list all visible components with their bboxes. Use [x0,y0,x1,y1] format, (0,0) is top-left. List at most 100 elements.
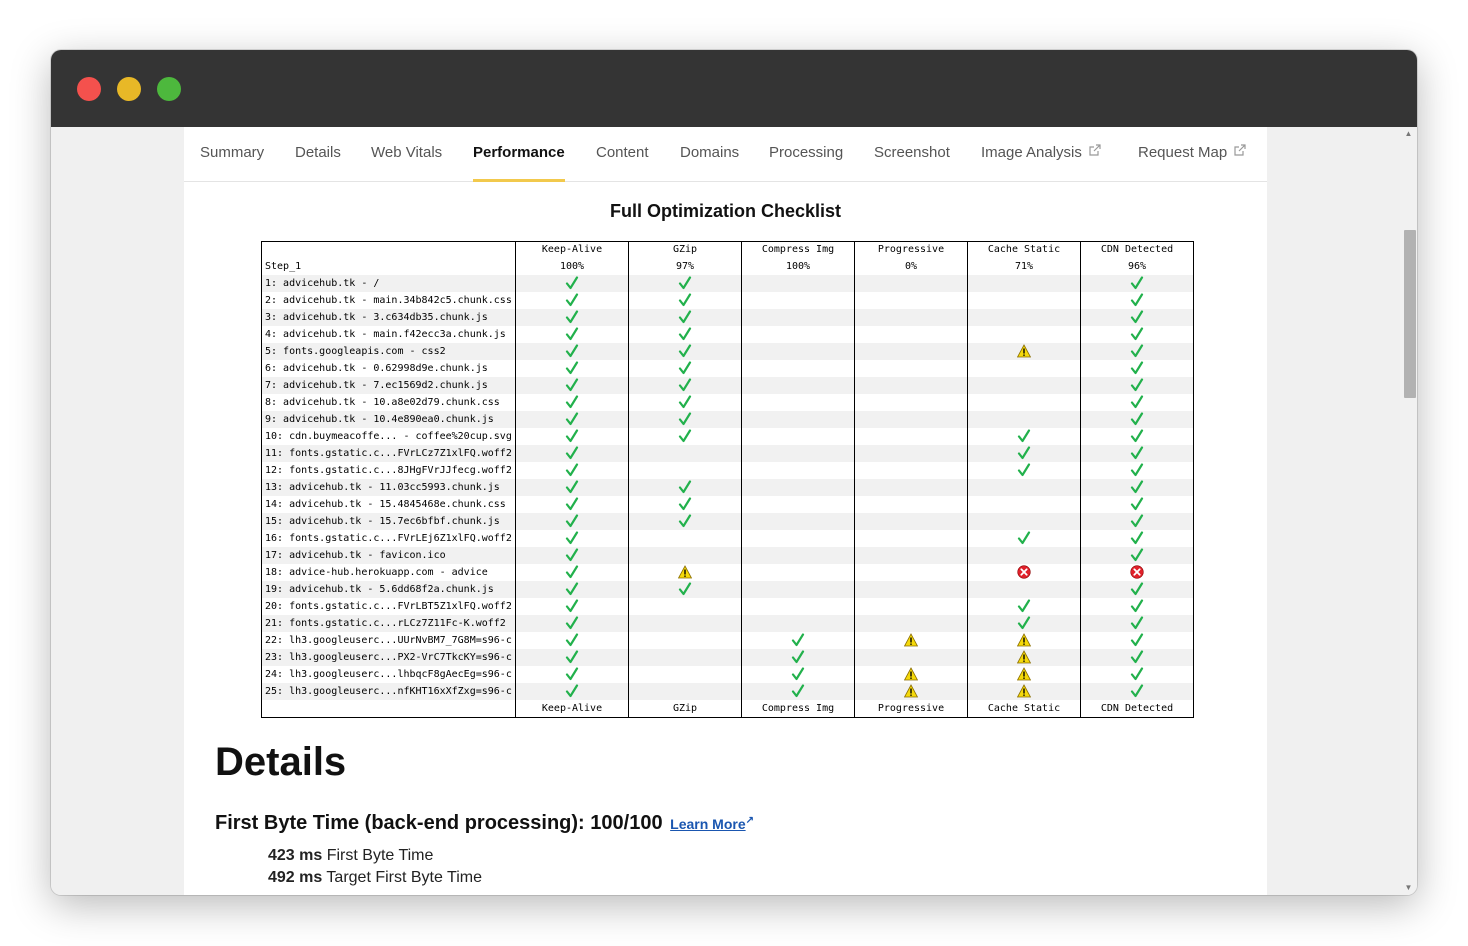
table-row: 25: lh3.googleuserc...nfKHT16xXfZxg=s96-… [261,683,1194,700]
request-label: 24: lh3.googleuserc...lhbqcF8gAecEg=s96-… [265,669,512,680]
column-footer: Cache Static [967,700,1081,718]
warning-icon [1017,344,1031,358]
check-cell [515,547,629,564]
check-cell [741,275,855,292]
check-cell [628,360,742,377]
scroll-down-arrow-icon[interactable]: ▼ [1400,881,1417,895]
metric-first-byte-time: 423 ms First Byte Time [268,847,433,865]
request-label: 3: advicehub.tk - 3.c634db35.chunk.js [261,309,516,326]
checkmark-icon [1017,531,1031,545]
checkmark-icon [678,514,692,528]
request-label: 6: advicehub.tk - 0.62998d9e.chunk.js [265,363,488,374]
check-cell [741,598,855,615]
request-label: 4: advicehub.tk - main.f42ecc3a.chunk.js [265,329,506,340]
check-cell [854,530,968,547]
check-cell [854,513,968,530]
table-row: 19: advicehub.tk - 5.6dd68f2a.chunk.js [261,581,1194,598]
check-cell [1080,615,1194,632]
checkmark-icon [565,293,579,307]
tab-image-analysis[interactable]: Image Analysis [981,144,1101,180]
check-cell [854,411,968,428]
check-cell [854,462,968,479]
tab-web-vitals[interactable]: Web Vitals [371,144,442,180]
check-cell [741,683,855,700]
table-row: 24: lh3.googleuserc...lhbqcF8gAecEg=s96-… [262,666,1194,683]
checkmark-icon [678,361,692,375]
check-cell [1080,462,1194,479]
checklist-title: Full Optimization Checklist [609,201,842,221]
column-footer: CDN Detected [1080,700,1194,718]
check-cell [854,581,968,598]
minimize-window-button[interactable] [117,77,141,101]
column-footer: Keep-Alive [515,700,629,718]
checkmark-icon [1130,463,1144,477]
request-label: 23: lh3.googleuserc...PX2-VrC7TkcKY=s96-… [261,649,516,666]
checkmark-icon [565,548,579,562]
checkmark-icon [1130,599,1144,613]
check-cell [515,564,629,581]
check-cell [515,598,629,615]
column-header: CDN Detected [1080,241,1194,258]
tab-domains[interactable]: Domains [680,144,739,180]
tab-content[interactable]: Content [596,144,649,180]
check-cell [967,394,1081,411]
tab-request-map[interactable]: Request Map [1138,144,1246,180]
request-label: 8: advicehub.tk - 10.a8e02d79.chunk.css [265,397,500,408]
table-row: 17: advicehub.tk - favicon.ico [261,547,1194,564]
vertical-scrollbar[interactable]: ▲ ▼ [1400,127,1417,895]
check-cell [628,411,742,428]
learn-more-link[interactable]: Learn More [670,816,745,832]
check-cell [515,615,629,632]
checkmark-icon [678,429,692,443]
request-label: 13: advicehub.tk - 11.03cc5993.chunk.js [261,479,516,496]
check-cell [628,326,742,343]
table-row: 13: advicehub.tk - 11.03cc5993.chunk.js [261,479,1194,496]
checkmark-icon [565,327,579,341]
check-cell [967,309,1081,326]
tab-performance[interactable]: Performance [473,144,565,182]
checkmark-icon [1130,582,1144,596]
checkmark-icon [1130,293,1144,307]
table-row: 3: advicehub.tk - 3.c634db35.chunk.js [261,309,1194,326]
check-cell [741,394,855,411]
request-label: 17: advicehub.tk - favicon.ico [261,547,516,564]
checkmark-icon [678,412,692,426]
check-cell [967,496,1081,513]
check-cell [741,292,855,309]
check-cell [741,496,855,513]
check-cell [854,360,968,377]
checkmark-icon [565,480,579,494]
maximize-window-button[interactable] [157,77,181,101]
check-cell [1080,496,1194,513]
check-cell [854,564,968,581]
request-label: 2: advicehub.tk - main.34b842c5.chunk.cs… [265,295,512,306]
check-cell [854,292,968,309]
column-footer: GZip [628,700,742,718]
scrollbar-thumb[interactable] [1404,230,1416,398]
check-cell [967,615,1081,632]
tab-processing[interactable]: Processing [769,144,843,180]
check-cell [1080,377,1194,394]
checkmark-icon [791,667,805,681]
tab-details[interactable]: Details [295,144,341,180]
column-header: Cache Static [967,241,1081,258]
tab-summary[interactable]: Summary [200,144,264,180]
check-cell [967,513,1081,530]
step-label: Step_1 [265,261,302,272]
tab-screenshot[interactable]: Screenshot [874,144,950,180]
header-blank [262,242,516,259]
check-cell [967,462,1081,479]
check-cell [741,360,855,377]
check-cell [515,632,629,649]
check-cell [854,428,968,445]
check-cell [515,479,629,496]
check-cell [741,411,855,428]
check-cell [628,496,742,513]
close-window-button[interactable] [77,77,101,101]
checkmark-icon [1017,446,1031,460]
check-cell [515,445,629,462]
checkmark-icon [565,633,579,647]
scroll-up-arrow-icon[interactable]: ▲ [1400,127,1417,141]
tab-label: Performance [473,144,565,161]
checkmark-icon [1130,548,1144,562]
